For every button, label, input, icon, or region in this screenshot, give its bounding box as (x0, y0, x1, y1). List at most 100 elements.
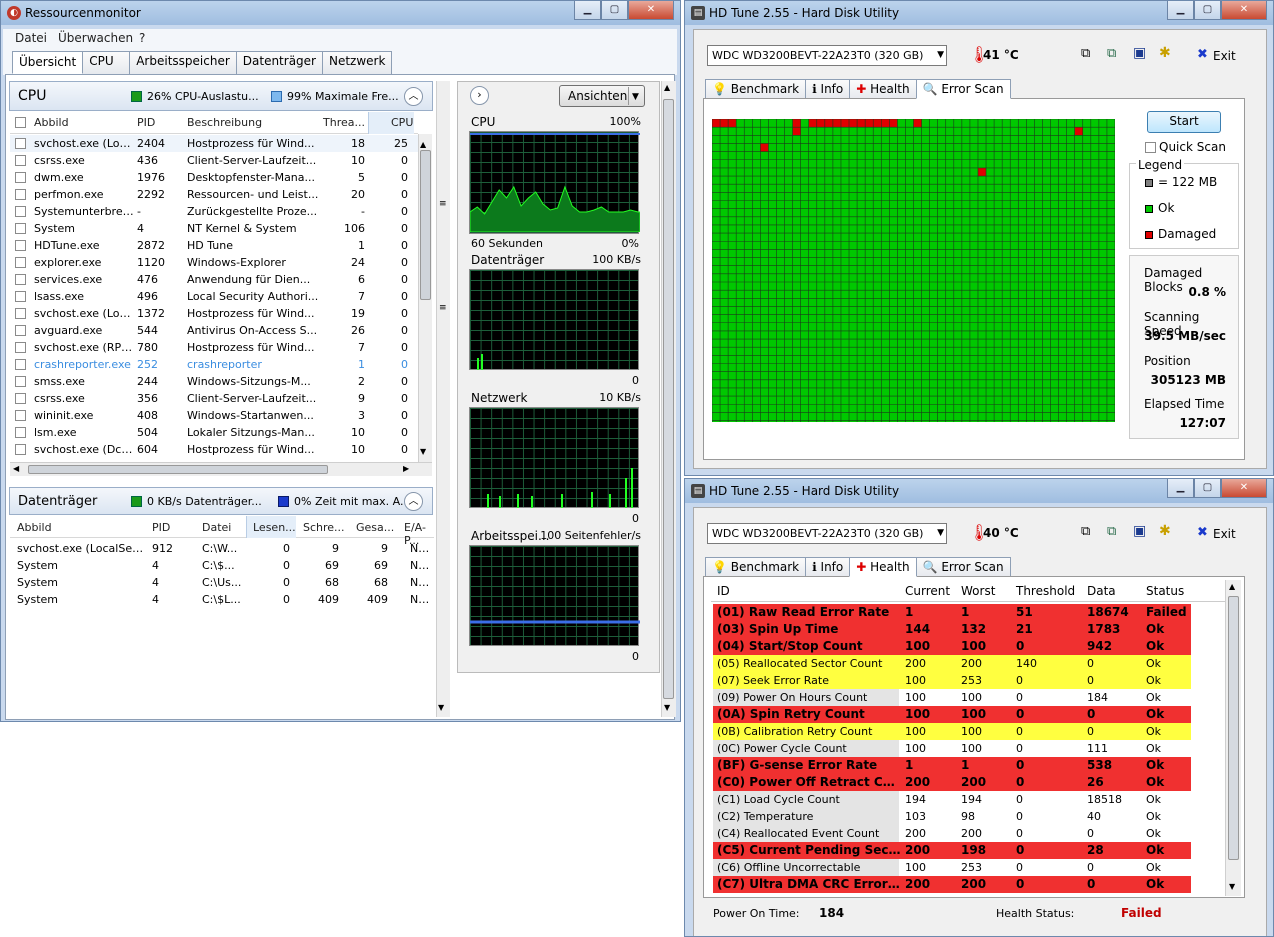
col-current[interactable]: Current (905, 584, 950, 598)
smart-row[interactable]: (C7) Ultra DMA CRC Error Co... 200 200 0 0 Ok (713, 876, 1191, 893)
row-checkbox[interactable] (15, 376, 26, 387)
menu-datei[interactable]: Datei (15, 31, 47, 45)
col-threads[interactable]: Threa... (323, 116, 365, 129)
exit-button[interactable]: Exit (1213, 527, 1236, 541)
left-pane-vscroll[interactable]: ≡ ≡ ▼ (436, 81, 450, 717)
tab-datentraeger[interactable]: Datenträger (235, 51, 323, 74)
col-data[interactable]: Data (1087, 584, 1116, 598)
title-bar[interactable]: ◐ Ressourcenmonitor ▁ ▢ ✕ (1, 1, 680, 25)
smart-row[interactable]: (0B) Calibration Retry Count 100 100 0 0 Ok (713, 723, 1191, 740)
disk-col-pid[interactable]: PID (152, 521, 170, 534)
smart-row[interactable]: (C0) Power Off Retract Count 200 200 0 26 Ok (713, 774, 1191, 791)
maximize-button[interactable]: ▢ (601, 1, 628, 20)
row-checkbox[interactable] (15, 155, 26, 166)
row-checkbox[interactable] (15, 444, 26, 455)
row-checkbox[interactable] (15, 291, 26, 302)
smart-row[interactable]: (BF) G-sense Error Rate 1 1 0 538 Ok (713, 757, 1191, 774)
minimize-button[interactable]: ▁ (1167, 1, 1194, 20)
title-bar[interactable]: ▤ HD Tune 2.55 - Hard Disk Utility ▁ ▢ ✕ (685, 1, 1273, 25)
row-checkbox[interactable] (15, 223, 26, 234)
row-checkbox[interactable] (15, 325, 26, 336)
drive-select[interactable]: WDC WD3200BEVT-22A23T0 (320 GB) ▼ (707, 523, 947, 544)
row-checkbox[interactable] (15, 172, 26, 183)
tab-benchmark[interactable]: 💡 Benchmark (705, 557, 807, 577)
maximize-button[interactable]: ▢ (1194, 479, 1221, 498)
col-id[interactable]: ID (717, 584, 730, 598)
quick-scan-checkbox[interactable] (1145, 142, 1156, 153)
copy-icon[interactable]: ⧉ (1081, 46, 1090, 61)
row-checkbox[interactable] (15, 393, 26, 404)
copy-all-icon[interactable]: ⧉ (1107, 46, 1116, 61)
row-checkbox[interactable] (15, 427, 26, 438)
exit-button[interactable]: Exit (1213, 49, 1236, 63)
table-row[interactable]: perfmon.exe 2292 Ressourcen- und Leist... 2… (10, 186, 418, 203)
row-checkbox[interactable] (15, 138, 26, 149)
table-row[interactable]: lsm.exe 504 Lokaler Sitzungs-Man... 10 0 (10, 424, 418, 441)
row-checkbox[interactable] (15, 257, 26, 268)
collapse-cpu-icon[interactable]: ︿ (404, 87, 423, 106)
tab-error-scan[interactable]: 🔍 Error Scan (915, 79, 1011, 99)
start-button[interactable]: Start (1147, 111, 1221, 133)
copy-icon[interactable]: ⧉ (1081, 524, 1090, 539)
views-dropdown[interactable]: Ansichten ▼ (559, 85, 645, 107)
table-row[interactable]: svchost.exe (Dco... 604 Hostprozess für Wi… (10, 441, 418, 458)
cpu-table-vscroll[interactable]: ▲ ▼ (418, 134, 432, 462)
table-row[interactable]: csrss.exe 356 Client-Server-Laufzeit... 9 0 (10, 390, 418, 407)
smart-table-vscroll[interactable]: ▲ ▼ (1225, 580, 1241, 896)
smart-row[interactable]: (C4) Reallocated Event Count 200 200 0 0 Ok (713, 825, 1191, 842)
disk-col-datei[interactable]: Datei (202, 521, 231, 534)
menu-ueberwachen[interactable]: Überwachen (58, 31, 133, 45)
disk-section-header[interactable]: Datenträger 0 KB/s Datenträger... 0% Zei… (9, 487, 433, 515)
table-row[interactable]: System 4 C:\Us... 0 68 68 Nor... (10, 574, 434, 591)
tab-benchmark[interactable]: 💡 Benchmark (705, 79, 807, 99)
col-worst[interactable]: Worst (961, 584, 995, 598)
disk-col-lesen[interactable]: Lesen... (246, 516, 296, 538)
disk-col-gesamt[interactable]: Gesa... (356, 521, 394, 534)
smart-row[interactable]: (0A) Spin Retry Count 100 100 0 0 Ok (713, 706, 1191, 723)
table-row[interactable]: System 4 NT Kernel & System 106 0 (10, 220, 418, 237)
table-row[interactable]: services.exe 476 Anwendung für Dien... 6 0 (10, 271, 418, 288)
col-cpu[interactable]: CPU (368, 112, 414, 134)
cpu-table-hscroll[interactable]: ◀ ▶ (10, 462, 432, 476)
copy-all-icon[interactable]: ⧉ (1107, 524, 1116, 539)
save-icon[interactable]: ▣ (1133, 523, 1146, 539)
smart-row[interactable]: (C6) Offline Uncorrectable 100 253 0 0 Ok (713, 859, 1191, 876)
exit-icon[interactable]: ✖ (1197, 525, 1208, 540)
graph-pane-vscroll[interactable]: ▲ ▼ (661, 81, 676, 717)
table-row[interactable]: Systemunterbrec... - Zurückgestellte Proze… (10, 203, 418, 220)
col-status[interactable]: Status (1146, 584, 1184, 598)
table-row[interactable]: explorer.exe 1120 Windows-Explorer 24 0 (10, 254, 418, 271)
col-beschreibung[interactable]: Beschreibung (187, 116, 262, 129)
minimize-button[interactable]: ▁ (1167, 479, 1194, 498)
row-checkbox[interactable] (15, 410, 26, 421)
smart-row[interactable]: (05) Reallocated Sector Count 200 200 140 0 O… (713, 655, 1191, 672)
tab-cpu[interactable]: CPU (82, 51, 131, 74)
options-icon[interactable]: ✱ (1159, 523, 1171, 539)
table-row[interactable]: lsass.exe 496 Local Security Authori... 7 0 (10, 288, 418, 305)
smart-row[interactable]: (C2) Temperature 103 98 0 40 Ok (713, 808, 1191, 825)
table-row[interactable]: dwm.exe 1976 Desktopfenster-Mana... 5 0 (10, 169, 418, 186)
title-bar[interactable]: ▤ HD Tune 2.55 - Hard Disk Utility ▁ ▢ ✕ (685, 479, 1273, 503)
smart-row[interactable]: (09) Power On Hours Count 100 100 0 184 Ok (713, 689, 1191, 706)
tab-info[interactable]: ℹ Info (805, 557, 851, 577)
table-row[interactable]: svchost.exe (RPC... 780 Hostprozess für Wi… (10, 339, 418, 356)
smart-row[interactable]: (04) Start/Stop Count 100 100 0 942 Ok (713, 638, 1191, 655)
table-row[interactable]: HDTune.exe 2872 HD Tune 1 0 (10, 237, 418, 254)
row-checkbox[interactable] (15, 359, 26, 370)
row-checkbox[interactable] (15, 274, 26, 285)
maximize-button[interactable]: ▢ (1194, 1, 1221, 20)
row-checkbox[interactable] (15, 206, 26, 217)
drive-select[interactable]: WDC WD3200BEVT-22A23T0 (320 GB) ▼ (707, 45, 947, 66)
row-checkbox[interactable] (15, 189, 26, 200)
menu-help[interactable]: ? (139, 31, 145, 45)
tab-uebersicht[interactable]: Übersicht (12, 51, 84, 74)
smart-row[interactable]: (C5) Current Pending Sector 200 198 0 28 Ok (713, 842, 1191, 859)
exit-icon[interactable]: ✖ (1197, 47, 1208, 62)
row-checkbox[interactable] (15, 240, 26, 251)
save-icon[interactable]: ▣ (1133, 45, 1146, 61)
close-button[interactable]: ✕ (1221, 479, 1267, 498)
tab-netzwerk[interactable]: Netzwerk (321, 51, 393, 74)
cpu-section-header[interactable]: CPU 26% CPU-Auslastu... 99% Maximale Fre… (9, 81, 433, 111)
tab-error-scan[interactable]: 🔍 Error Scan (915, 557, 1011, 577)
tab-health[interactable]: ✚ Health (849, 79, 917, 99)
